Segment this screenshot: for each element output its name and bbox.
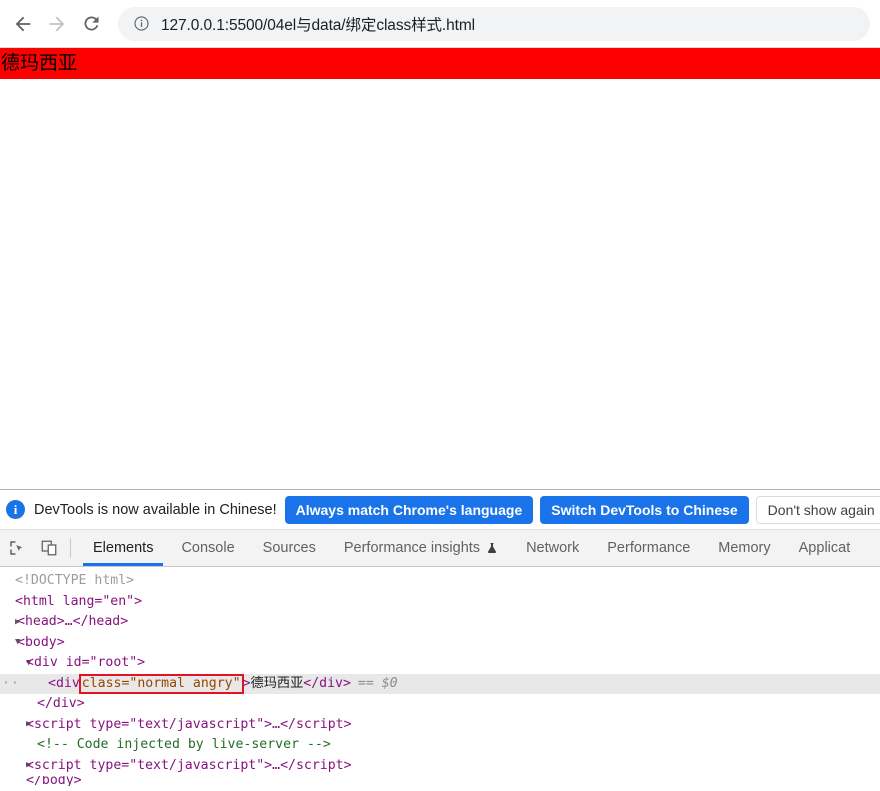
- forward-arrow-icon: [49, 16, 65, 31]
- selected-tag-end: </div>: [303, 675, 351, 691]
- class-attribute-highlight[interactable]: class="normal angry": [78, 673, 244, 694]
- angry-div: 德玛西亚: [0, 48, 880, 79]
- tab-sources[interactable]: Sources: [249, 530, 330, 566]
- inspect-element-icon[interactable]: [4, 535, 30, 561]
- back-arrow-icon: [15, 16, 31, 31]
- devtools-tabs: Elements Console Sources Performance ins…: [79, 530, 880, 566]
- expand-triangle-icon[interactable]: ▶: [6, 761, 31, 770]
- doctype-node: <!DOCTYPE html>: [15, 573, 135, 588]
- tag-close-bracket: >: [242, 675, 251, 691]
- tab-elements[interactable]: Elements: [79, 530, 167, 566]
- dom-row[interactable]: </body>: [0, 776, 880, 786]
- tab-label: Network: [526, 540, 580, 556]
- tab-console[interactable]: Console: [167, 530, 248, 566]
- tab-network[interactable]: Network: [512, 530, 593, 566]
- body-node: <body>: [17, 634, 65, 650]
- script-node-2: <script type="text/javascript">…</script…: [26, 757, 352, 773]
- tab-application[interactable]: Applicat: [785, 530, 865, 566]
- tab-label: Performance insights: [343, 540, 481, 556]
- gutter-ellipsis: ··: [2, 675, 20, 691]
- reload-button[interactable]: [74, 7, 108, 41]
- dom-row[interactable]: <html lang="en">: [0, 592, 880, 613]
- tab-label: Elements: [93, 540, 154, 556]
- dom-row: <!DOCTYPE html>: [0, 571, 880, 592]
- info-circle-icon[interactable]: [132, 15, 150, 33]
- expand-triangle-icon[interactable]: ▶: [6, 617, 20, 627]
- reload-icon: [83, 16, 98, 31]
- head-node: <head>…</head>: [17, 614, 129, 629]
- elements-dom-tree[interactable]: <!DOCTYPE html> <html lang="en"> ▶ <head…: [0, 567, 880, 791]
- dont-show-again-button[interactable]: Don't show again: [755, 495, 880, 524]
- tab-label: Memory: [718, 540, 771, 556]
- devtools-panel: i DevTools is now available in Chinese! …: [0, 489, 880, 791]
- dom-row[interactable]: ▶ <head>…</head>: [0, 612, 880, 633]
- tab-label: Applicat: [798, 540, 851, 556]
- tab-performance[interactable]: Performance: [593, 530, 704, 566]
- body-close-node: </body>: [26, 776, 82, 786]
- devtools-tabbar: Elements Console Sources Performance ins…: [0, 530, 880, 567]
- tab-performance-insights[interactable]: Performance insights: [330, 530, 512, 566]
- address-bar[interactable]: 127.0.0.1:5500/04el与data/绑定class样式.html: [118, 6, 870, 41]
- browser-toolbar: 127.0.0.1:5500/04el与data/绑定class样式.html: [0, 0, 880, 48]
- dom-row[interactable]: ▼ <body>: [0, 633, 880, 654]
- flask-icon: [486, 541, 498, 555]
- selected-node-text: 德玛西亚: [250, 675, 304, 691]
- dom-row[interactable]: ▼ <div id="root">: [0, 653, 880, 674]
- dom-row: <!-- Code injected by live-server -->: [0, 735, 880, 756]
- switch-devtools-to-chinese-button[interactable]: Switch DevTools to Chinese: [540, 495, 749, 524]
- collapse-triangle-icon[interactable]: ▼: [6, 658, 31, 668]
- page-viewport: 德玛西亚: [0, 48, 880, 489]
- root-div-close: </div>: [37, 696, 85, 711]
- collapse-triangle-icon[interactable]: ▼: [6, 638, 20, 647]
- console-ref-badge: == $0: [357, 675, 398, 691]
- always-match-language-button[interactable]: Always match Chrome's language: [284, 495, 534, 524]
- expand-triangle-icon[interactable]: ▶: [6, 720, 31, 729]
- forward-button[interactable]: [40, 7, 74, 41]
- tab-label: Performance: [607, 540, 691, 556]
- tab-label: Console: [181, 540, 235, 556]
- devtools-tool-icons: [0, 530, 68, 566]
- url-text: 127.0.0.1:5500/04el与data/绑定class样式.html: [161, 16, 476, 34]
- info-icon: i: [6, 500, 25, 519]
- back-button[interactable]: [6, 7, 40, 41]
- device-toolbar-icon[interactable]: [36, 535, 62, 561]
- dom-row[interactable]: </div>: [0, 694, 880, 715]
- dom-row[interactable]: ▶ <script type="text/javascript">…</scri…: [0, 756, 880, 777]
- notice-message: DevTools is now available in Chinese!: [34, 501, 277, 518]
- dom-row[interactable]: ▶ <script type="text/javascript">…</scri…: [0, 715, 880, 736]
- class-attribute-text: class="normal angry": [81, 675, 241, 691]
- tab-label: Sources: [262, 540, 316, 556]
- selected-dom-row[interactable]: ·· <div class="normal angry" > 德玛西亚 </di…: [0, 673, 880, 694]
- devtools-language-notice: i DevTools is now available in Chinese! …: [0, 490, 880, 530]
- script-node-1: <script type="text/javascript">…</script…: [26, 716, 352, 732]
- live-server-comment: <!-- Code injected by live-server -->: [37, 737, 331, 752]
- tab-memory[interactable]: Memory: [704, 530, 784, 566]
- html-node: <html lang="en">: [15, 593, 143, 609]
- tabbar-divider: [70, 538, 71, 558]
- banner-text: 德玛西亚: [1, 52, 78, 74]
- root-div-node: <div id="root">: [26, 655, 146, 670]
